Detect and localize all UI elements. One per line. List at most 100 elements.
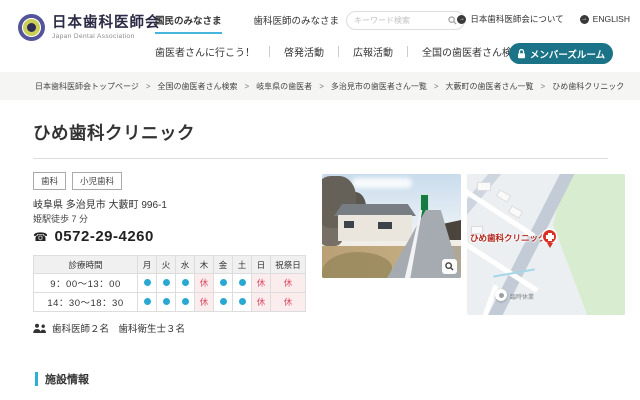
- location-map[interactable]: ひめ歯科クリニック 臨時休業: [467, 174, 625, 315]
- site-logo[interactable]: 日本歯科医師会 Japan Dental Association: [18, 14, 161, 41]
- open-dot-icon: [238, 298, 246, 306]
- search-icon[interactable]: [448, 16, 457, 25]
- map-building: [495, 189, 512, 203]
- category-tag: 歯科: [33, 172, 67, 190]
- open-dot-icon: [162, 298, 170, 306]
- open-dot-icon: [219, 279, 227, 287]
- hours-header-cell: 土: [232, 255, 252, 274]
- utility-links: → 日本歯科医師会について → ENGLISH: [457, 13, 630, 25]
- breadcrumb-item[interactable]: 多治見市の歯医者さん一覧: [331, 81, 427, 92]
- map-poi-icon[interactable]: [495, 289, 507, 301]
- hours-open-cell: [156, 292, 176, 312]
- hours-open-cell: [156, 273, 176, 293]
- breadcrumb-item[interactable]: 全国の歯医者さん検索: [158, 81, 238, 92]
- map-poi-label: 臨時休業: [510, 295, 535, 301]
- hours-time-cell: 14：30～18：30: [33, 292, 138, 312]
- site-header: 日本歯科医師会 Japan Dental Association 国民のみなさま…: [0, 0, 640, 72]
- hours-closed-cell: 休: [270, 273, 306, 293]
- breadcrumb-separator: >: [319, 81, 324, 91]
- open-dot-icon: [143, 298, 151, 306]
- breadcrumb-bar: 日本歯科医師会トップページ > 全国の歯医者さん検索 > 岐阜県の歯医者 > 多治見市の歯医…: [0, 72, 640, 100]
- hours-row: 9：00～13：00 休休休: [33, 273, 306, 293]
- nav-divider: [269, 46, 270, 57]
- main-nav-item[interactable]: 広報活動: [353, 44, 393, 59]
- breadcrumb-item[interactable]: 岐阜県の歯医者: [256, 81, 312, 92]
- top-nav-tab[interactable]: 国民のみなさま: [155, 13, 222, 34]
- map-pin-icon[interactable]: [543, 230, 556, 243]
- clinic-phone[interactable]: ☎ 0572-29-4260: [33, 228, 154, 245]
- breadcrumb: 日本歯科医師会トップページ > 全国の歯医者さん検索 > 岐阜県の歯医者 > 多治見市の歯医…: [35, 81, 624, 92]
- open-dot-icon: [219, 298, 227, 306]
- clinic-address: 岐阜県 多治見市 大藪町 996-1: [33, 200, 167, 211]
- clinic-access: 姫駅徒歩 7 分: [33, 214, 89, 224]
- hours-time-cell: 9：00～13：00: [33, 273, 138, 293]
- members-room-button[interactable]: メンバーズルーム: [509, 43, 613, 64]
- members-room-label: メンバーズルーム: [529, 49, 606, 61]
- breadcrumb-separator: >: [244, 81, 250, 91]
- phone-number: 0572-29-4260: [54, 228, 154, 245]
- main-nav-item[interactable]: 啓発活動: [284, 44, 324, 59]
- open-dot-icon: [162, 279, 170, 287]
- photo-zoom-icon[interactable]: [442, 259, 457, 274]
- title-divider: [33, 158, 608, 159]
- phone-icon: ☎: [33, 229, 49, 244]
- hours-row: 14：30～18：30 休休休: [33, 292, 306, 312]
- hours-open-cell: [232, 292, 252, 312]
- open-dot-icon: [181, 279, 189, 287]
- breadcrumb-item[interactable]: 日本歯科医師会トップページ: [35, 81, 139, 92]
- breadcrumb-separator: >: [540, 81, 546, 91]
- globe-icon: →: [579, 14, 589, 24]
- about-link-label: 日本歯科医師会について: [470, 14, 564, 24]
- facility-info-title: 施設情報: [45, 374, 89, 386]
- search-input[interactable]: [354, 16, 448, 25]
- main-nav-item[interactable]: 歯医者さんに行こう！: [155, 44, 255, 59]
- heading-accent-bar: [35, 372, 38, 386]
- lock-icon: [517, 48, 525, 58]
- map-pin-tail: [547, 243, 553, 248]
- nav-divider: [407, 46, 408, 57]
- breadcrumb-separator: >: [145, 81, 151, 91]
- audience-tabs: 国民のみなさま 歯科医師のみなさま: [155, 13, 339, 34]
- top-nav-tab[interactable]: 歯科医師のみなさま: [254, 13, 340, 34]
- photo-window: [344, 221, 354, 228]
- facility-info-heading: 施設情報: [35, 371, 89, 387]
- map-pin-label: ひめ歯科クリニック: [470, 233, 547, 243]
- clinic-photo[interactable]: [322, 174, 461, 278]
- hours-header-cell: 月: [137, 255, 157, 274]
- hours-header-cell: 木: [194, 255, 214, 274]
- about-link[interactable]: → 日本歯科医師会について: [457, 13, 564, 25]
- page-title: ひめ歯科クリニック: [33, 123, 195, 143]
- hours-header-cell: 祝祭日: [270, 255, 306, 274]
- category-tags: 歯科 小児歯科: [33, 172, 123, 190]
- nav-divider: [338, 46, 339, 57]
- logo-subtitle: Japan Dental Association: [52, 32, 135, 40]
- photo-building: [338, 215, 412, 241]
- photo-cloud: [352, 178, 412, 188]
- breadcrumb-item: ひめ歯科クリニック: [552, 81, 625, 91]
- hours-closed-cell: 休: [251, 292, 271, 312]
- hours-closed-cell: 休: [194, 292, 214, 312]
- hours-open-cell: [213, 292, 233, 312]
- hours-open-cell: [232, 273, 252, 293]
- logo-title: 日本歯科医師会: [52, 15, 161, 32]
- staff-info: 歯科医師２名 歯科衛生士３名: [33, 321, 185, 335]
- open-dot-icon: [238, 279, 246, 287]
- hours-header-cell: 水: [175, 255, 195, 274]
- page: 日本歯科医師会 Japan Dental Association 国民のみなさま…: [0, 0, 640, 400]
- staff-text: 歯科医師２名 歯科衛生士３名: [52, 324, 186, 335]
- hours-open-cell: [213, 273, 233, 293]
- hours-closed-cell: 休: [194, 273, 214, 293]
- english-link[interactable]: → ENGLISH: [579, 14, 630, 24]
- circle-arrow-icon: →: [457, 14, 467, 24]
- main-nav: 歯医者さんに行こう！ 啓発活動 広報活動 全国の歯医者さん検索: [155, 44, 522, 59]
- map-building: [477, 182, 491, 191]
- open-dot-icon: [143, 279, 151, 287]
- hours-header-cell: 金: [213, 255, 233, 274]
- hours-open-cell: [137, 273, 157, 293]
- hours-open-cell: [175, 292, 195, 312]
- main-nav-item[interactable]: 全国の歯医者さん検索: [422, 44, 522, 59]
- hours-open-cell: [137, 292, 157, 312]
- breadcrumb-item[interactable]: 大藪町の歯医者さん一覧: [446, 81, 534, 92]
- keyword-search[interactable]: [346, 11, 465, 30]
- open-dot-icon: [181, 298, 189, 306]
